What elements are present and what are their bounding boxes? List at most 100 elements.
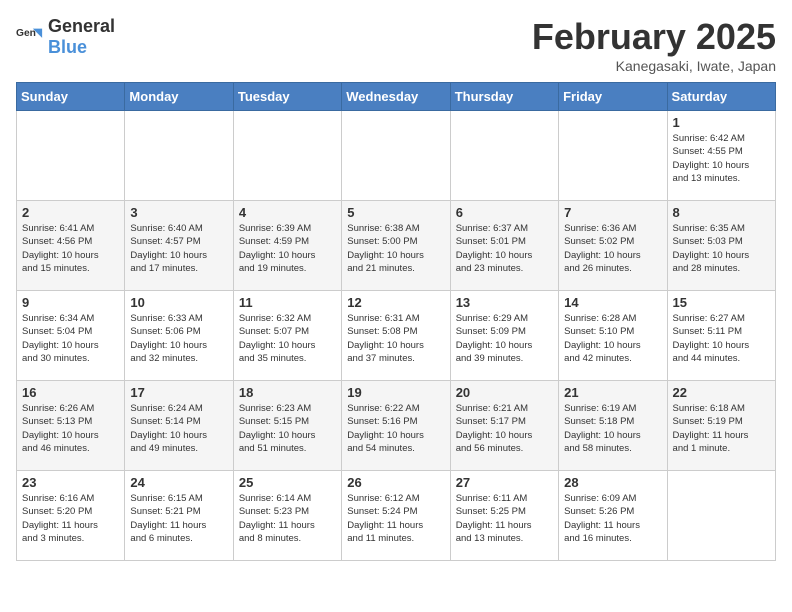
day-info: Sunrise: 6:37 AM Sunset: 5:01 PM Dayligh…: [456, 222, 553, 275]
day-info: Sunrise: 6:18 AM Sunset: 5:19 PM Dayligh…: [673, 402, 770, 455]
day-number: 24: [130, 475, 227, 490]
logo: Gen General Blue: [16, 16, 115, 58]
day-info: Sunrise: 6:32 AM Sunset: 5:07 PM Dayligh…: [239, 312, 336, 365]
calendar-cell: 6 Sunrise: 6:37 AM Sunset: 5:01 PM Daylig…: [450, 201, 558, 291]
day-info: Sunrise: 6:14 AM Sunset: 5:23 PM Dayligh…: [239, 492, 336, 545]
day-of-week-header: Sunday: [17, 83, 125, 111]
day-info: Sunrise: 6:35 AM Sunset: 5:03 PM Dayligh…: [673, 222, 770, 275]
day-info: Sunrise: 6:19 AM Sunset: 5:18 PM Dayligh…: [564, 402, 661, 455]
calendar-header: SundayMondayTuesdayWednesdayThursdayFrid…: [17, 83, 776, 111]
day-info: Sunrise: 6:31 AM Sunset: 5:08 PM Dayligh…: [347, 312, 444, 365]
calendar-cell: 19 Sunrise: 6:22 AM Sunset: 5:16 PM Dayli…: [342, 381, 450, 471]
day-number: 15: [673, 295, 770, 310]
day-number: 20: [456, 385, 553, 400]
day-info: Sunrise: 6:27 AM Sunset: 5:11 PM Dayligh…: [673, 312, 770, 365]
calendar-title: February 2025: [532, 16, 776, 58]
calendar-cell: 9Sunrise: 6:34 AM Sunset: 5:04 PM Daylig…: [17, 291, 125, 381]
header: Gen General Blue February 2025 Kanegasak…: [16, 16, 776, 74]
day-of-week-header: Wednesday: [342, 83, 450, 111]
day-number: 5: [347, 205, 444, 220]
calendar-cell: 14 Sunrise: 6:28 AM Sunset: 5:10 PM Dayli…: [559, 291, 667, 381]
day-info: Sunrise: 6:22 AM Sunset: 5:16 PM Dayligh…: [347, 402, 444, 455]
calendar-cell: 16 Sunrise: 6:26 AM Sunset: 5:13 PM Dayli…: [17, 381, 125, 471]
calendar-cell: 2 Sunrise: 6:41 AM Sunset: 4:56 PM Daylig…: [17, 201, 125, 291]
day-number: 18: [239, 385, 336, 400]
calendar-cell: 25 Sunrise: 6:14 AM Sunset: 5:23 PM Dayli…: [233, 471, 341, 561]
day-number: 22: [673, 385, 770, 400]
day-info: Sunrise: 6:42 AM Sunset: 4:55 PM Dayligh…: [673, 132, 770, 185]
day-info: Sunrise: 6:39 AM Sunset: 4:59 PM Dayligh…: [239, 222, 336, 275]
calendar-cell: 21 Sunrise: 6:19 AM Sunset: 5:18 PM Dayli…: [559, 381, 667, 471]
day-of-week-header: Thursday: [450, 83, 558, 111]
logo-blue-text: Blue: [48, 37, 87, 57]
calendar-cell: [667, 471, 775, 561]
calendar-cell: 28 Sunrise: 6:09 AM Sunset: 5:26 PM Dayli…: [559, 471, 667, 561]
day-number: 16: [22, 385, 119, 400]
calendar-cell: 4 Sunrise: 6:39 AM Sunset: 4:59 PM Daylig…: [233, 201, 341, 291]
calendar-cell: 10Sunrise: 6:33 AM Sunset: 5:06 PM Dayli…: [125, 291, 233, 381]
day-number: 4: [239, 205, 336, 220]
calendar-cell: [342, 111, 450, 201]
calendar-cell: 17 Sunrise: 6:24 AM Sunset: 5:14 PM Dayli…: [125, 381, 233, 471]
calendar-table: SundayMondayTuesdayWednesdayThursdayFrid…: [16, 82, 776, 561]
day-of-week-header: Tuesday: [233, 83, 341, 111]
calendar-cell: 27Sunrise: 6:11 AM Sunset: 5:25 PM Dayli…: [450, 471, 558, 561]
day-number: 8: [673, 205, 770, 220]
calendar-cell: 13 Sunrise: 6:29 AM Sunset: 5:09 PM Dayli…: [450, 291, 558, 381]
day-number: 25: [239, 475, 336, 490]
day-number: 28: [564, 475, 661, 490]
day-number: 14: [564, 295, 661, 310]
day-of-week-header: Saturday: [667, 83, 775, 111]
day-number: 3: [130, 205, 227, 220]
calendar-cell: 23 Sunrise: 6:16 AM Sunset: 5:20 PM Dayli…: [17, 471, 125, 561]
day-number: 6: [456, 205, 553, 220]
day-of-week-header: Friday: [559, 83, 667, 111]
calendar-cell: 7Sunrise: 6:36 AM Sunset: 5:02 PM Daylig…: [559, 201, 667, 291]
day-info: Sunrise: 6:38 AM Sunset: 5:00 PM Dayligh…: [347, 222, 444, 275]
day-info: Sunrise: 6:41 AM Sunset: 4:56 PM Dayligh…: [22, 222, 119, 275]
day-info: Sunrise: 6:29 AM Sunset: 5:09 PM Dayligh…: [456, 312, 553, 365]
logo-general-text: General: [48, 16, 115, 36]
calendar-cell: 15 Sunrise: 6:27 AM Sunset: 5:11 PM Dayli…: [667, 291, 775, 381]
day-info: Sunrise: 6:40 AM Sunset: 4:57 PM Dayligh…: [130, 222, 227, 275]
calendar-cell: [125, 111, 233, 201]
day-info: Sunrise: 6:21 AM Sunset: 5:17 PM Dayligh…: [456, 402, 553, 455]
title-area: February 2025 Kanegasaki, Iwate, Japan: [532, 16, 776, 74]
day-info: Sunrise: 6:24 AM Sunset: 5:14 PM Dayligh…: [130, 402, 227, 455]
calendar-cell: 5 Sunrise: 6:38 AM Sunset: 5:00 PM Daylig…: [342, 201, 450, 291]
day-number: 19: [347, 385, 444, 400]
day-of-week-header: Monday: [125, 83, 233, 111]
day-number: 27: [456, 475, 553, 490]
day-info: Sunrise: 6:12 AM Sunset: 5:24 PM Dayligh…: [347, 492, 444, 545]
day-number: 1: [673, 115, 770, 130]
day-info: Sunrise: 6:26 AM Sunset: 5:13 PM Dayligh…: [22, 402, 119, 455]
day-number: 2: [22, 205, 119, 220]
day-number: 7: [564, 205, 661, 220]
day-info: Sunrise: 6:16 AM Sunset: 5:20 PM Dayligh…: [22, 492, 119, 545]
logo-icon: Gen: [16, 23, 44, 51]
day-info: Sunrise: 6:28 AM Sunset: 5:10 PM Dayligh…: [564, 312, 661, 365]
svg-text:Gen: Gen: [16, 28, 36, 39]
calendar-cell: 12 Sunrise: 6:31 AM Sunset: 5:08 PM Dayli…: [342, 291, 450, 381]
day-number: 21: [564, 385, 661, 400]
day-number: 12: [347, 295, 444, 310]
day-info: Sunrise: 6:23 AM Sunset: 5:15 PM Dayligh…: [239, 402, 336, 455]
calendar-cell: [450, 111, 558, 201]
calendar-cell: 20 Sunrise: 6:21 AM Sunset: 5:17 PM Dayli…: [450, 381, 558, 471]
day-number: 17: [130, 385, 227, 400]
calendar-cell: 3 Sunrise: 6:40 AM Sunset: 4:57 PM Daylig…: [125, 201, 233, 291]
day-number: 10: [130, 295, 227, 310]
calendar-cell: [559, 111, 667, 201]
day-info: Sunrise: 6:09 AM Sunset: 5:26 PM Dayligh…: [564, 492, 661, 545]
calendar-cell: 24 Sunrise: 6:15 AM Sunset: 5:21 PM Dayli…: [125, 471, 233, 561]
calendar-cell: 8 Sunrise: 6:35 AM Sunset: 5:03 PM Daylig…: [667, 201, 775, 291]
calendar-cell: 26Sunrise: 6:12 AM Sunset: 5:24 PM Dayli…: [342, 471, 450, 561]
calendar-cell: 18 Sunrise: 6:23 AM Sunset: 5:15 PM Dayli…: [233, 381, 341, 471]
day-number: 13: [456, 295, 553, 310]
calendar-body: 1 Sunrise: 6:42 AM Sunset: 4:55 PM Daylig…: [17, 111, 776, 561]
calendar-cell: 22 Sunrise: 6:18 AM Sunset: 5:19 PM Dayli…: [667, 381, 775, 471]
day-info: Sunrise: 6:15 AM Sunset: 5:21 PM Dayligh…: [130, 492, 227, 545]
day-number: 23: [22, 475, 119, 490]
calendar-cell: 1 Sunrise: 6:42 AM Sunset: 4:55 PM Daylig…: [667, 111, 775, 201]
day-number: 11: [239, 295, 336, 310]
